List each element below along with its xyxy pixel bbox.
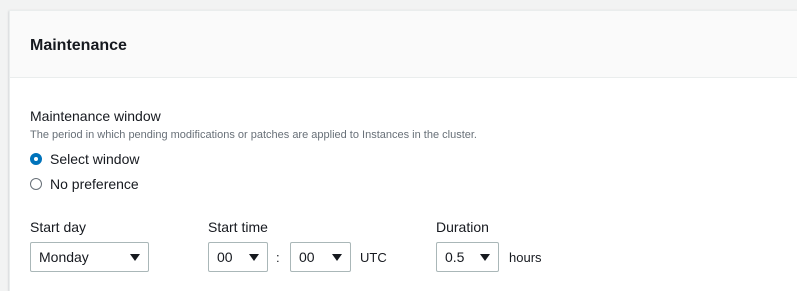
caret-down-icon [249, 253, 259, 261]
radio-select-window[interactable]: Select window [30, 150, 140, 168]
radio-no-preference[interactable]: No preference [30, 175, 139, 193]
timezone-label: UTC [360, 250, 387, 265]
panel-header: Maintenance [10, 11, 797, 78]
start-day-value: Monday [39, 249, 89, 265]
duration-label: Duration [436, 219, 489, 235]
panel-title: Maintenance [30, 37, 127, 54]
duration-value: 0.5 [445, 249, 465, 265]
start-day-label: Start day [30, 219, 87, 235]
start-time-minute-select[interactable]: 00 [290, 242, 351, 272]
radio-checked-icon[interactable] [30, 153, 42, 165]
caret-down-icon [480, 253, 490, 261]
time-separator: : [276, 250, 280, 265]
radio-no-preference-label: No preference [50, 176, 139, 192]
radio-unchecked-icon[interactable] [30, 178, 42, 190]
start-time-minute-value: 00 [299, 249, 315, 265]
maintenance-window-description: The period in which pending modification… [30, 129, 477, 141]
radio-select-window-label: Select window [50, 151, 140, 167]
duration-select[interactable]: 0.5 [436, 242, 499, 272]
start-time-hour-select[interactable]: 00 [208, 242, 268, 272]
maintenance-panel: Maintenance Maintenance window The perio… [9, 10, 797, 291]
duration-unit: hours [509, 250, 542, 265]
start-day-select[interactable]: Monday [30, 242, 149, 272]
maintenance-window-label: Maintenance window [30, 108, 161, 124]
start-time-hour-value: 00 [217, 249, 233, 265]
caret-down-icon [332, 253, 342, 261]
caret-down-icon [130, 253, 140, 261]
start-time-label: Start time [208, 219, 268, 235]
